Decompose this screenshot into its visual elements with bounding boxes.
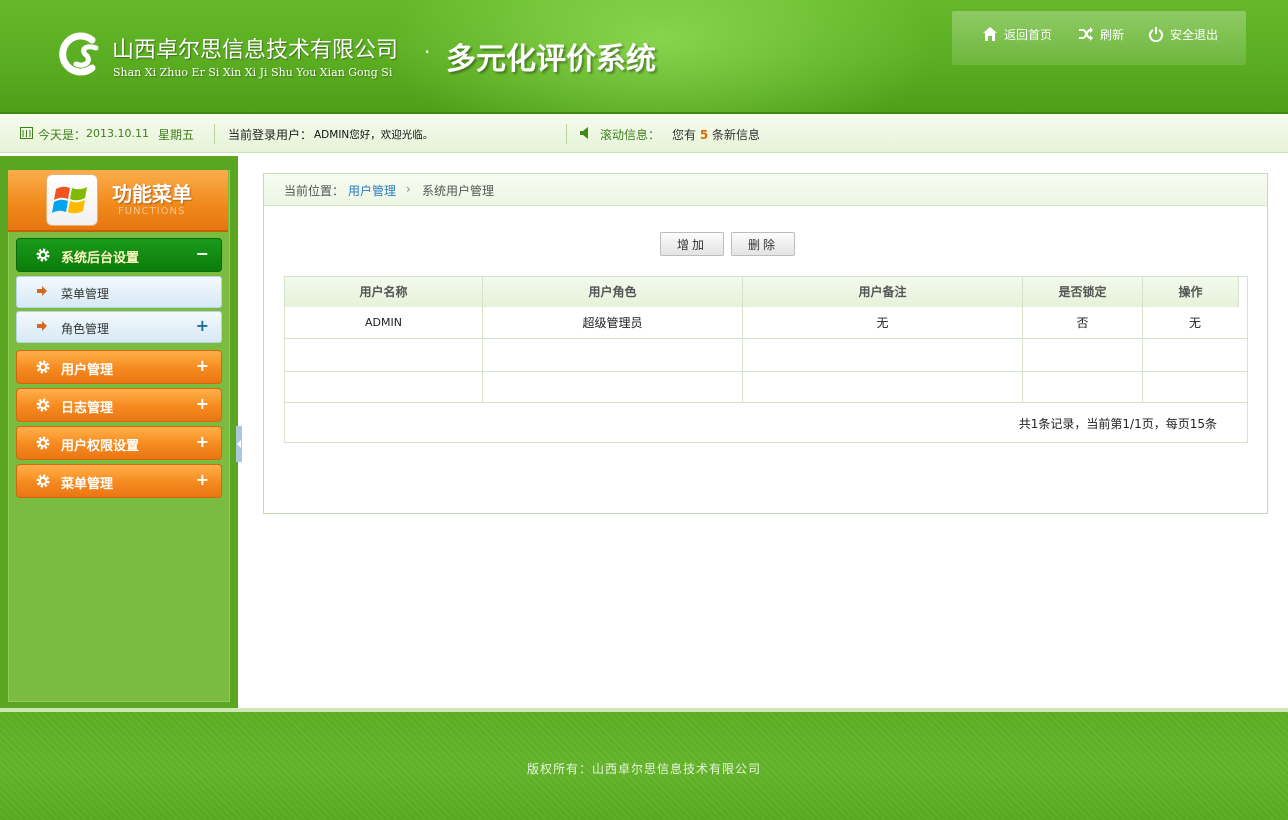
expand-icon: +: [195, 316, 209, 335]
collapse-icon: −: [195, 244, 209, 263]
menu-group-menu-management[interactable]: 菜单管理 +: [16, 464, 222, 498]
menu-header: 功能菜单 FUNCTIONS: [8, 170, 228, 232]
table-cell: [483, 371, 743, 403]
gear-icon: [36, 474, 50, 488]
sidebar: 功能菜单 FUNCTIONS 系统后台设置 − 菜单管理 角色管理 + 用户管理…: [0, 156, 238, 708]
date-value: 2013.10.11: [86, 127, 149, 140]
menu-group-label: 日志管理: [61, 401, 114, 416]
table-cell: [1023, 371, 1143, 403]
menu-group-system-settings[interactable]: 系统后台设置 −: [16, 238, 222, 272]
login-user: ADMIN您好，欢迎光临。: [314, 129, 434, 141]
separator: [566, 124, 567, 144]
refresh-link[interactable]: 刷新: [1078, 26, 1124, 43]
expand-icon: +: [195, 432, 209, 451]
add-button[interactable]: 增加: [660, 232, 724, 256]
breadcrumb-separator: ›: [406, 182, 411, 196]
top-links: 返回首页 刷新 安全退出: [952, 11, 1246, 65]
message-count: 5: [699, 128, 709, 142]
message-info[interactable]: 您有 5 条新信息: [672, 126, 760, 143]
system-title: 多元化评价系统: [446, 42, 656, 77]
table-cell: 无: [1143, 307, 1247, 339]
gear-icon: [36, 398, 50, 412]
menu-group-label: 系统后台设置: [61, 251, 140, 266]
separator: [214, 124, 215, 144]
menu-subtitle: FUNCTIONS: [118, 206, 186, 217]
menu-group-label: 用户权限设置: [61, 439, 140, 454]
info-bar: 今天是： 2013.10.11 星期五 当前登录用户： ADMIN您好，欢迎光临…: [0, 114, 1288, 153]
title-dot: ·: [424, 40, 431, 64]
home-link-label: 返回首页: [1004, 28, 1053, 42]
pagination-info: 共1条记录，当前第1/1页，每页15条: [1018, 417, 1217, 431]
menu-group-label: 用户管理: [61, 363, 114, 378]
arrow-right-icon: [37, 321, 47, 331]
expand-icon: +: [195, 470, 209, 489]
table-cell: 否: [1023, 307, 1143, 339]
refresh-link-label: 刷新: [1100, 28, 1125, 42]
table-cell: [1143, 340, 1247, 372]
table-cell: ADMIN: [285, 307, 483, 339]
delete-button[interactable]: 删除: [731, 232, 795, 256]
menu-group-log-management[interactable]: 日志管理 +: [16, 388, 222, 422]
column-header: 用户角色: [483, 277, 743, 307]
expand-icon: +: [195, 356, 209, 375]
refresh-icon: [1079, 27, 1093, 41]
footer: 版权所有：山西卓尔思信息技术有限公司: [0, 708, 1288, 820]
expand-icon: +: [195, 394, 209, 413]
message-suffix: 条新信息: [712, 128, 761, 142]
table-cell: [1023, 340, 1143, 372]
company-pinyin: Shan Xi Zhuo Er Si Xin Xi Ji Shu You Xia…: [113, 66, 393, 79]
header: 山西卓尔思信息技术有限公司 Shan Xi Zhuo Er Si Xin Xi …: [0, 0, 1288, 114]
company-logo-icon: [59, 32, 99, 76]
content-panel: 当前位置： 用户管理 › 系统用户管理 增加 删除 用户名称 用户角色 用户备注…: [263, 173, 1268, 514]
logout-link-label: 安全退出: [1170, 28, 1219, 42]
menu-title: 功能菜单: [112, 182, 192, 206]
calendar-icon: [20, 127, 33, 139]
menu-group-label: 菜单管理: [61, 477, 114, 492]
breadcrumb-current: 系统用户管理: [422, 184, 495, 198]
chevron-left-icon: [237, 440, 241, 448]
login-label: 当前登录用户：: [228, 128, 313, 142]
breadcrumb: 当前位置： 用户管理 › 系统用户管理: [264, 174, 1267, 206]
submenu-item-menu-management[interactable]: 菜单管理: [16, 276, 222, 308]
column-header: 用户名称: [285, 277, 483, 307]
submenu-item-label: 菜单管理: [61, 287, 110, 301]
table-cell: [1143, 371, 1247, 403]
column-header: 操作: [1143, 277, 1239, 307]
date-label: 今天是：: [38, 128, 87, 142]
user-table: 用户名称 用户角色 用户备注 是否锁定 操作 ADMIN 超级管理员 无 否 无: [284, 276, 1248, 443]
weekday: 星期五: [158, 128, 195, 142]
speaker-icon: [580, 127, 588, 139]
column-header: 用户备注: [743, 277, 1023, 307]
main-content: 当前位置： 用户管理 › 系统用户管理 增加 删除 用户名称 用户角色 用户备注…: [243, 156, 1288, 708]
power-icon: [1149, 27, 1163, 43]
message-prefix: 您有: [672, 128, 697, 142]
table-cell: 无: [743, 307, 1023, 339]
gear-icon: [36, 360, 50, 374]
sidebar-collapse-handle[interactable]: [236, 426, 242, 462]
breadcrumb-prefix: 当前位置：: [284, 184, 345, 198]
breadcrumb-link-user-management[interactable]: 用户管理: [348, 182, 396, 199]
gear-icon: [36, 248, 50, 262]
gear-icon: [36, 436, 50, 450]
table-cell: [743, 371, 1023, 403]
table-cell: [743, 340, 1023, 372]
logout-link[interactable]: 安全退出: [1148, 26, 1218, 43]
column-header: 是否锁定: [1023, 277, 1143, 307]
table-cell: 超级管理员: [483, 307, 743, 339]
menu-group-user-management[interactable]: 用户管理 +: [16, 350, 222, 384]
home-link[interactable]: 返回首页: [982, 26, 1052, 43]
scroll-label: 滚动信息：: [600, 128, 661, 142]
table-cell: [483, 340, 743, 372]
table-cell: [285, 371, 483, 403]
submenu-item-role-management[interactable]: 角色管理 +: [16, 311, 222, 343]
company-name: 山西卓尔思信息技术有限公司: [112, 38, 399, 63]
menu-group-permission-settings[interactable]: 用户权限设置 +: [16, 426, 222, 460]
home-icon: [983, 27, 997, 41]
arrow-right-icon: [37, 286, 47, 296]
copyright: 版权所有：山西卓尔思信息技术有限公司: [526, 762, 761, 776]
windows-logo-icon: [46, 174, 98, 226]
submenu-item-label: 角色管理: [61, 322, 110, 336]
table-cell: [285, 340, 483, 372]
